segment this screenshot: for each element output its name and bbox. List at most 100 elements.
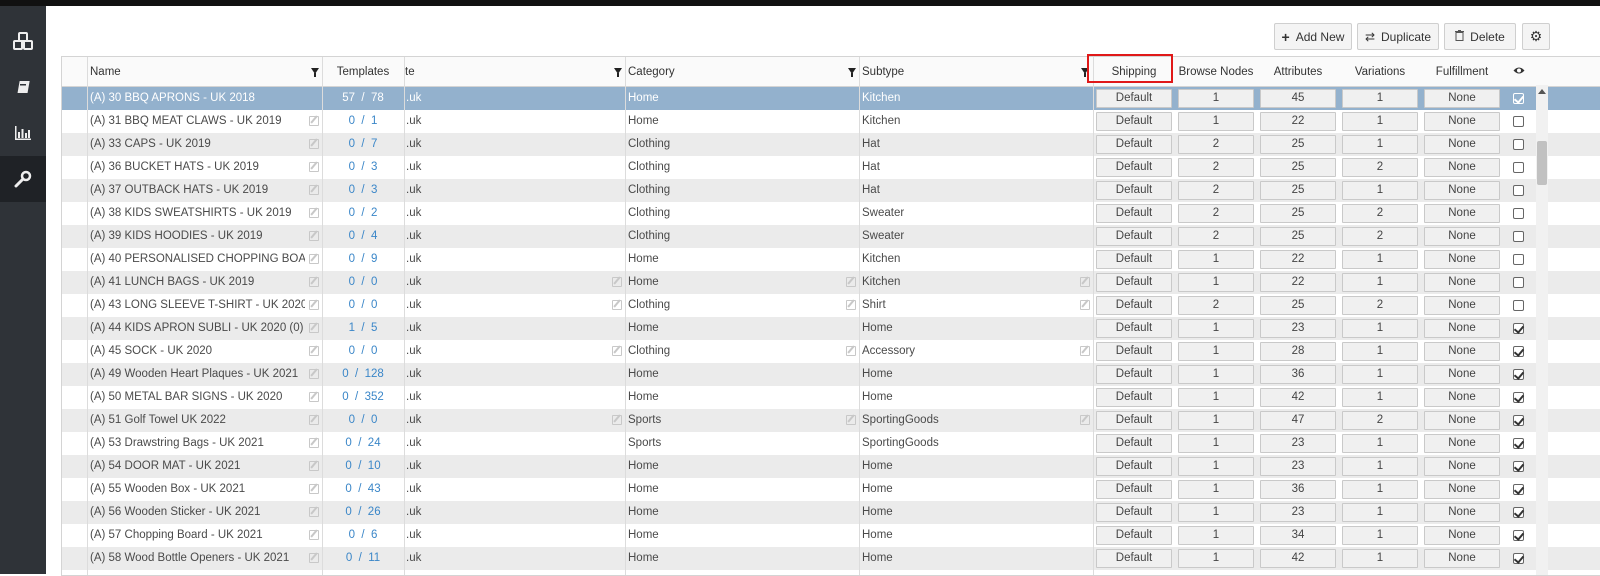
table-row[interactable]: (A) 50 METAL BAR SIGNS - UK 2020 0 / 352.… bbox=[62, 386, 1600, 409]
templates-active[interactable]: 0 bbox=[345, 437, 351, 449]
templates-total[interactable]: 352 bbox=[365, 391, 384, 403]
templates-active[interactable]: 0 bbox=[342, 368, 348, 380]
templates-active[interactable]: 1 bbox=[349, 322, 355, 334]
edit-icon[interactable] bbox=[309, 530, 319, 540]
edit-icon[interactable] bbox=[309, 461, 319, 471]
row-attributes-button[interactable]: 23 bbox=[1260, 319, 1336, 338]
row-fulfillment-button[interactable]: None bbox=[1424, 319, 1500, 338]
templates-active[interactable]: 0 bbox=[349, 184, 355, 196]
table-row[interactable]: (A) 38 KIDS SWEATSHIRTS - UK 2019 0 / 2 .u… bbox=[62, 202, 1600, 225]
row-attributes-button[interactable]: 34 bbox=[1260, 526, 1336, 545]
row-fulfillment-button[interactable]: None bbox=[1424, 296, 1500, 315]
row-shipping-button[interactable]: Default bbox=[1096, 181, 1172, 200]
templates-count[interactable]: 0 / 0 bbox=[324, 340, 402, 363]
templates-count[interactable]: 0 / 43 bbox=[324, 478, 402, 501]
row-nodes-button[interactable]: 2 bbox=[1178, 135, 1254, 154]
templates-count[interactable]: 0 / 2 bbox=[324, 202, 402, 225]
templates-total[interactable]: 2 bbox=[371, 207, 377, 219]
row-attributes-button[interactable]: 42 bbox=[1260, 549, 1336, 568]
row-attributes-button[interactable]: 25 bbox=[1260, 227, 1336, 246]
row-shipping-button[interactable]: Default bbox=[1096, 227, 1172, 246]
templates-total[interactable]: 4 bbox=[371, 230, 377, 242]
row-fulfillment-button[interactable]: None bbox=[1424, 250, 1500, 269]
row-attributes-button[interactable]: 22 bbox=[1260, 250, 1336, 269]
edit-icon[interactable] bbox=[309, 300, 319, 310]
row-variations-button[interactable]: 1 bbox=[1342, 181, 1418, 200]
row-variations-button[interactable]: 1 bbox=[1342, 112, 1418, 131]
templates-count[interactable]: 0 / 10 bbox=[324, 455, 402, 478]
templates-total[interactable]: 0 bbox=[371, 345, 377, 357]
edit-icon[interactable] bbox=[309, 553, 319, 563]
templates-active[interactable]: 57 bbox=[342, 92, 355, 104]
templates-total[interactable]: 6 bbox=[371, 529, 377, 541]
templates-total[interactable]: 3 bbox=[371, 184, 377, 196]
row-active-checkbox[interactable] bbox=[1513, 346, 1524, 357]
row-fulfillment-button[interactable]: None bbox=[1424, 457, 1500, 476]
row-nodes-button[interactable]: 1 bbox=[1178, 503, 1254, 522]
edit-icon[interactable] bbox=[309, 277, 319, 287]
row-shipping-button[interactable]: Default bbox=[1096, 158, 1172, 177]
row-active-checkbox[interactable] bbox=[1513, 162, 1524, 173]
edit-icon[interactable] bbox=[846, 300, 856, 310]
filter-icon[interactable] bbox=[614, 68, 622, 77]
row-active-checkbox[interactable] bbox=[1513, 254, 1524, 265]
row-variations-button[interactable]: 1 bbox=[1342, 388, 1418, 407]
row-variations-button[interactable]: 2 bbox=[1342, 296, 1418, 315]
row-shipping-button[interactable]: Default bbox=[1096, 319, 1172, 338]
templates-active[interactable]: 0 bbox=[345, 460, 351, 472]
edit-icon[interactable] bbox=[846, 346, 856, 356]
templates-active[interactable]: 0 bbox=[349, 345, 355, 357]
templates-total[interactable]: 3 bbox=[371, 161, 377, 173]
row-fulfillment-button[interactable]: None bbox=[1424, 342, 1500, 361]
templates-count[interactable]: 0 / 0 bbox=[324, 294, 402, 317]
templates-total[interactable]: 11 bbox=[368, 552, 380, 564]
row-variations-button[interactable]: 1 bbox=[1342, 434, 1418, 453]
edit-icon[interactable] bbox=[612, 300, 622, 310]
row-nodes-button[interactable]: 1 bbox=[1178, 342, 1254, 361]
templates-total[interactable]: 0 bbox=[371, 276, 377, 288]
templates-count[interactable]: 0 / 3 bbox=[324, 156, 402, 179]
row-variations-button[interactable]: 1 bbox=[1342, 250, 1418, 269]
row-nodes-button[interactable]: 2 bbox=[1178, 204, 1254, 223]
templates-total[interactable]: 128 bbox=[365, 368, 384, 380]
row-attributes-button[interactable]: 28 bbox=[1260, 342, 1336, 361]
row-attributes-button[interactable]: 23 bbox=[1260, 457, 1336, 476]
edit-icon[interactable] bbox=[309, 392, 319, 402]
row-active-checkbox[interactable] bbox=[1513, 369, 1524, 380]
table-row[interactable]: (A) 49 Wooden Heart Plaques - UK 2021 0 /… bbox=[62, 363, 1600, 386]
edit-icon[interactable] bbox=[309, 231, 319, 241]
row-shipping-button[interactable]: Default bbox=[1096, 549, 1172, 568]
row-fulfillment-button[interactable]: None bbox=[1424, 388, 1500, 407]
table-row[interactable]: (A) 40 PERSONALISED CHOPPING BOARDS 0 / 9… bbox=[62, 248, 1600, 271]
column-header-subtype[interactable]: Subtype bbox=[862, 57, 1012, 87]
templates-count[interactable]: 0 / 7 bbox=[324, 133, 402, 156]
templates-total[interactable]: 7 bbox=[371, 138, 377, 150]
column-header-site[interactable]: te bbox=[405, 57, 465, 87]
templates-count[interactable]: 0 / 352 bbox=[324, 386, 402, 409]
templates-total[interactable]: 9 bbox=[371, 253, 377, 265]
row-attributes-button[interactable]: 22 bbox=[1260, 273, 1336, 292]
row-active-checkbox[interactable] bbox=[1513, 484, 1524, 495]
row-shipping-button[interactable]: Default bbox=[1096, 434, 1172, 453]
templates-total[interactable]: 0 bbox=[371, 299, 377, 311]
table-row[interactable]: (A) 57 Chopping Board - UK 2021 0 / 6 .uk H… bbox=[62, 524, 1600, 547]
row-attributes-button[interactable]: 22 bbox=[1260, 112, 1336, 131]
row-nodes-button[interactable]: 1 bbox=[1178, 273, 1254, 292]
row-fulfillment-button[interactable]: None bbox=[1424, 365, 1500, 384]
templates-count[interactable]: 0 / 0 bbox=[324, 271, 402, 294]
templates-active[interactable]: 0 bbox=[349, 138, 355, 150]
row-nodes-button[interactable]: 2 bbox=[1178, 181, 1254, 200]
duplicate-button[interactable]: ⇄ Duplicate bbox=[1357, 23, 1439, 50]
row-fulfillment-button[interactable]: None bbox=[1424, 135, 1500, 154]
edit-icon[interactable] bbox=[1080, 415, 1090, 425]
row-active-checkbox[interactable] bbox=[1513, 530, 1524, 541]
row-attributes-button[interactable]: 25 bbox=[1260, 296, 1336, 315]
row-shipping-button[interactable]: Default bbox=[1096, 204, 1172, 223]
edit-icon[interactable] bbox=[612, 346, 622, 356]
row-attributes-button[interactable]: 42 bbox=[1260, 388, 1336, 407]
row-shipping-button[interactable]: Default bbox=[1096, 388, 1172, 407]
table-row[interactable]: (A) 58 Wood Bottle Openers - UK 2021 0 / … bbox=[62, 547, 1600, 570]
row-variations-button[interactable]: 2 bbox=[1342, 204, 1418, 223]
row-variations-button[interactable]: 2 bbox=[1342, 411, 1418, 430]
table-row[interactable]: (A) 44 KIDS APRON SUBLI - UK 2020 (0) 1 /… bbox=[62, 317, 1600, 340]
